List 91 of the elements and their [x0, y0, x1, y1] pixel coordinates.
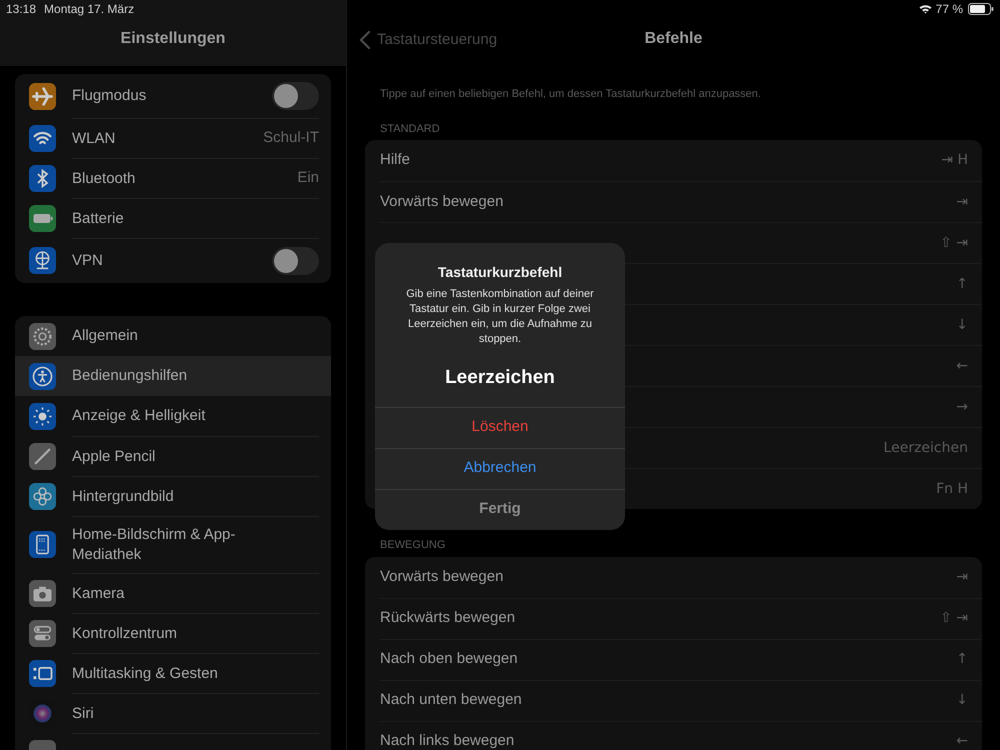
- sidebar-title: Einstellungen: [120, 29, 226, 49]
- switches-icon: [29, 620, 56, 646]
- command-row[interactable]: Rückwärts bewegen ⇧ ⇥: [380, 598, 982, 638]
- shortcut-text: →: [956, 398, 968, 416]
- battery-icon: [968, 3, 994, 15]
- bluetooth-icon: [29, 164, 56, 192]
- shortcut-text: Fn H: [936, 480, 968, 498]
- flower-icon: [29, 482, 56, 510]
- shortcut-text: ⇥: [956, 568, 968, 586]
- setting-label: Flugmodus: [72, 86, 148, 106]
- settings-row[interactable]: Allgemein: [15, 316, 331, 356]
- settings-row[interactable]: Hintergrundbild: [15, 476, 331, 516]
- toggle-switch[interactable]: [272, 247, 319, 275]
- settings-row[interactable]: Home-Bildschirm & App-Mediathek: [15, 516, 331, 573]
- shortcut-text: ⇧ ⇥: [940, 609, 968, 628]
- multitasking-icon: [29, 660, 56, 686]
- setting-value: Ein: [297, 168, 319, 188]
- section-header: BEWEGUNG: [380, 538, 446, 553]
- settings-row[interactable]: Bluetooth Ein: [15, 158, 331, 198]
- settings-row[interactable]: VPN: [15, 238, 331, 283]
- command-label: Nach oben bewegen: [380, 649, 519, 670]
- settings-row[interactable]: Anzeige & Helligkeit: [15, 396, 331, 436]
- shortcut-text: ⇧ ⇥: [940, 234, 968, 252]
- setting-label: Home-Bildschirm & App-Mediathek: [72, 525, 236, 565]
- setting-label: Apple Pencil: [72, 446, 156, 466]
- setting-label: Hintergrundbild: [72, 486, 175, 506]
- camera-icon: [29, 580, 56, 606]
- setting-value: Schul-IT: [263, 128, 319, 148]
- command-label: Nach unten bewegen: [380, 690, 523, 710]
- setting-label: Kamera: [72, 584, 126, 604]
- settings-row[interactable]: Apple Pencil: [15, 436, 331, 476]
- settings-row[interactable]: Batterie: [15, 198, 331, 238]
- shortcut-text: Leerzeichen: [884, 438, 968, 458]
- setting-label: Bluetooth: [72, 168, 136, 188]
- setting-label: Kontrollzentrum: [72, 624, 178, 644]
- airplane-icon: [29, 82, 56, 110]
- command-label: Vorwärts bewegen: [380, 566, 504, 587]
- gear-icon: [29, 322, 56, 350]
- globe-icon: [29, 247, 56, 274]
- command-row[interactable]: Vorwärts bewegen ⇥: [380, 181, 982, 222]
- command-row[interactable]: Nach unten bewegen ↓: [380, 680, 982, 720]
- command-label: Rückwärts bewegen: [380, 608, 516, 628]
- setting-label: Multitasking & Gesten: [72, 664, 219, 684]
- shortcut-text: ⇥ H: [941, 151, 968, 170]
- command-row[interactable]: Hilfe ⇥ H: [380, 140, 982, 181]
- dialog-title: Tastaturkurzbefehl: [438, 263, 562, 282]
- toggle-switch[interactable]: [272, 82, 319, 110]
- setting-label: Allgemein: [72, 326, 139, 346]
- shortcut-text: ←: [956, 732, 968, 750]
- status-date: Montag 17. März: [44, 1, 134, 18]
- setting-label: VPN: [72, 251, 104, 271]
- settings-row[interactable]: Kontrollzentrum: [15, 613, 331, 653]
- shortcut-text: ⇥: [956, 192, 968, 212]
- setting-label: WLAN: [72, 128, 116, 148]
- shortcut-text: ↓: [956, 691, 968, 710]
- hint-text: Tippe auf einen beliebigen Befehl, um dessen Tastaturkurzbefehl anzupassen.: [380, 87, 762, 102]
- sun-icon: [29, 402, 56, 430]
- command-label: Vorwärts bewegen: [380, 192, 504, 212]
- settings-row[interactable]: Kamera: [15, 573, 331, 613]
- home-screen-icon: [29, 531, 56, 558]
- setting-label: Bedienungshilfen: [72, 366, 188, 386]
- shortcut-text: ↓: [956, 316, 968, 334]
- wifi-icon: [29, 124, 56, 152]
- settings-row[interactable]: WLAN Schul-IT: [15, 118, 331, 158]
- chevron-left-icon: [359, 30, 371, 50]
- section-header: STANDARD: [380, 122, 441, 136]
- settings-row[interactable]: Flugmodus: [15, 74, 331, 118]
- page-title: Befehle: [644, 29, 702, 49]
- accessibility-icon: [29, 362, 56, 390]
- dialog-button[interactable]: Löschen: [375, 406, 625, 448]
- battery-icon: [29, 204, 56, 232]
- setting-label: Anzeige & Helligkeit: [72, 406, 206, 426]
- settings-row[interactable]: Multitasking & Gesten: [15, 653, 331, 693]
- shortcut-text: ←: [956, 356, 968, 376]
- setting-label: Batterie: [72, 208, 125, 228]
- battery-percentage: 77 %: [936, 1, 963, 18]
- status-time: 13:18: [6, 1, 36, 18]
- setting-label: Siri: [72, 704, 95, 724]
- shortcut-text: ↑: [956, 650, 968, 669]
- command-row[interactable]: Vorwärts bewegen ⇥: [380, 556, 982, 598]
- pencil-icon: [29, 442, 56, 470]
- wifi-icon: [918, 4, 932, 14]
- command-row[interactable]: Nach links bewegen ←: [380, 720, 982, 750]
- settings-row[interactable]: Siri: [15, 693, 331, 733]
- command-label: Nach links bewegen: [380, 731, 516, 750]
- dialog-button[interactable]: Abbrechen: [375, 448, 625, 488]
- command-row[interactable]: Nach oben bewegen ↑: [380, 638, 982, 680]
- settings-row[interactable]: Bedienungshilfen: [15, 356, 331, 396]
- dialog-button[interactable]: Fertig: [375, 488, 625, 530]
- command-label: Hilfe: [380, 150, 412, 170]
- shortcut-text: ↑: [956, 274, 968, 294]
